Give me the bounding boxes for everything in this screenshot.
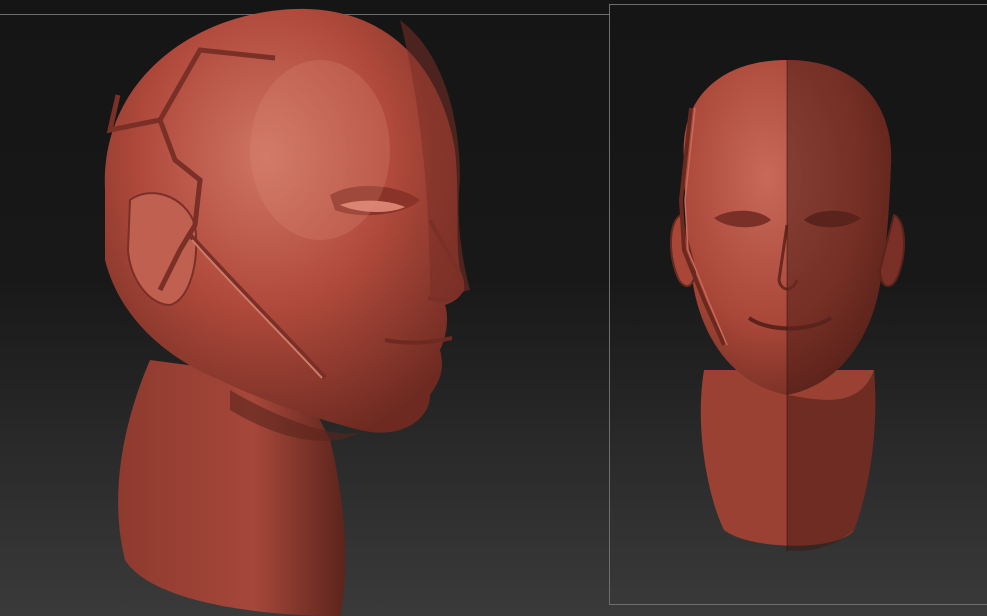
sculpt-canvas[interactable] <box>0 0 987 616</box>
viewport-three-quarter[interactable] <box>0 0 609 616</box>
viewport-front[interactable] <box>609 0 987 616</box>
forehead-highlight <box>250 60 390 240</box>
head-model-three-quarter[interactable] <box>0 0 609 616</box>
symmetry-shade <box>787 60 892 395</box>
head-model-front[interactable] <box>609 0 987 616</box>
